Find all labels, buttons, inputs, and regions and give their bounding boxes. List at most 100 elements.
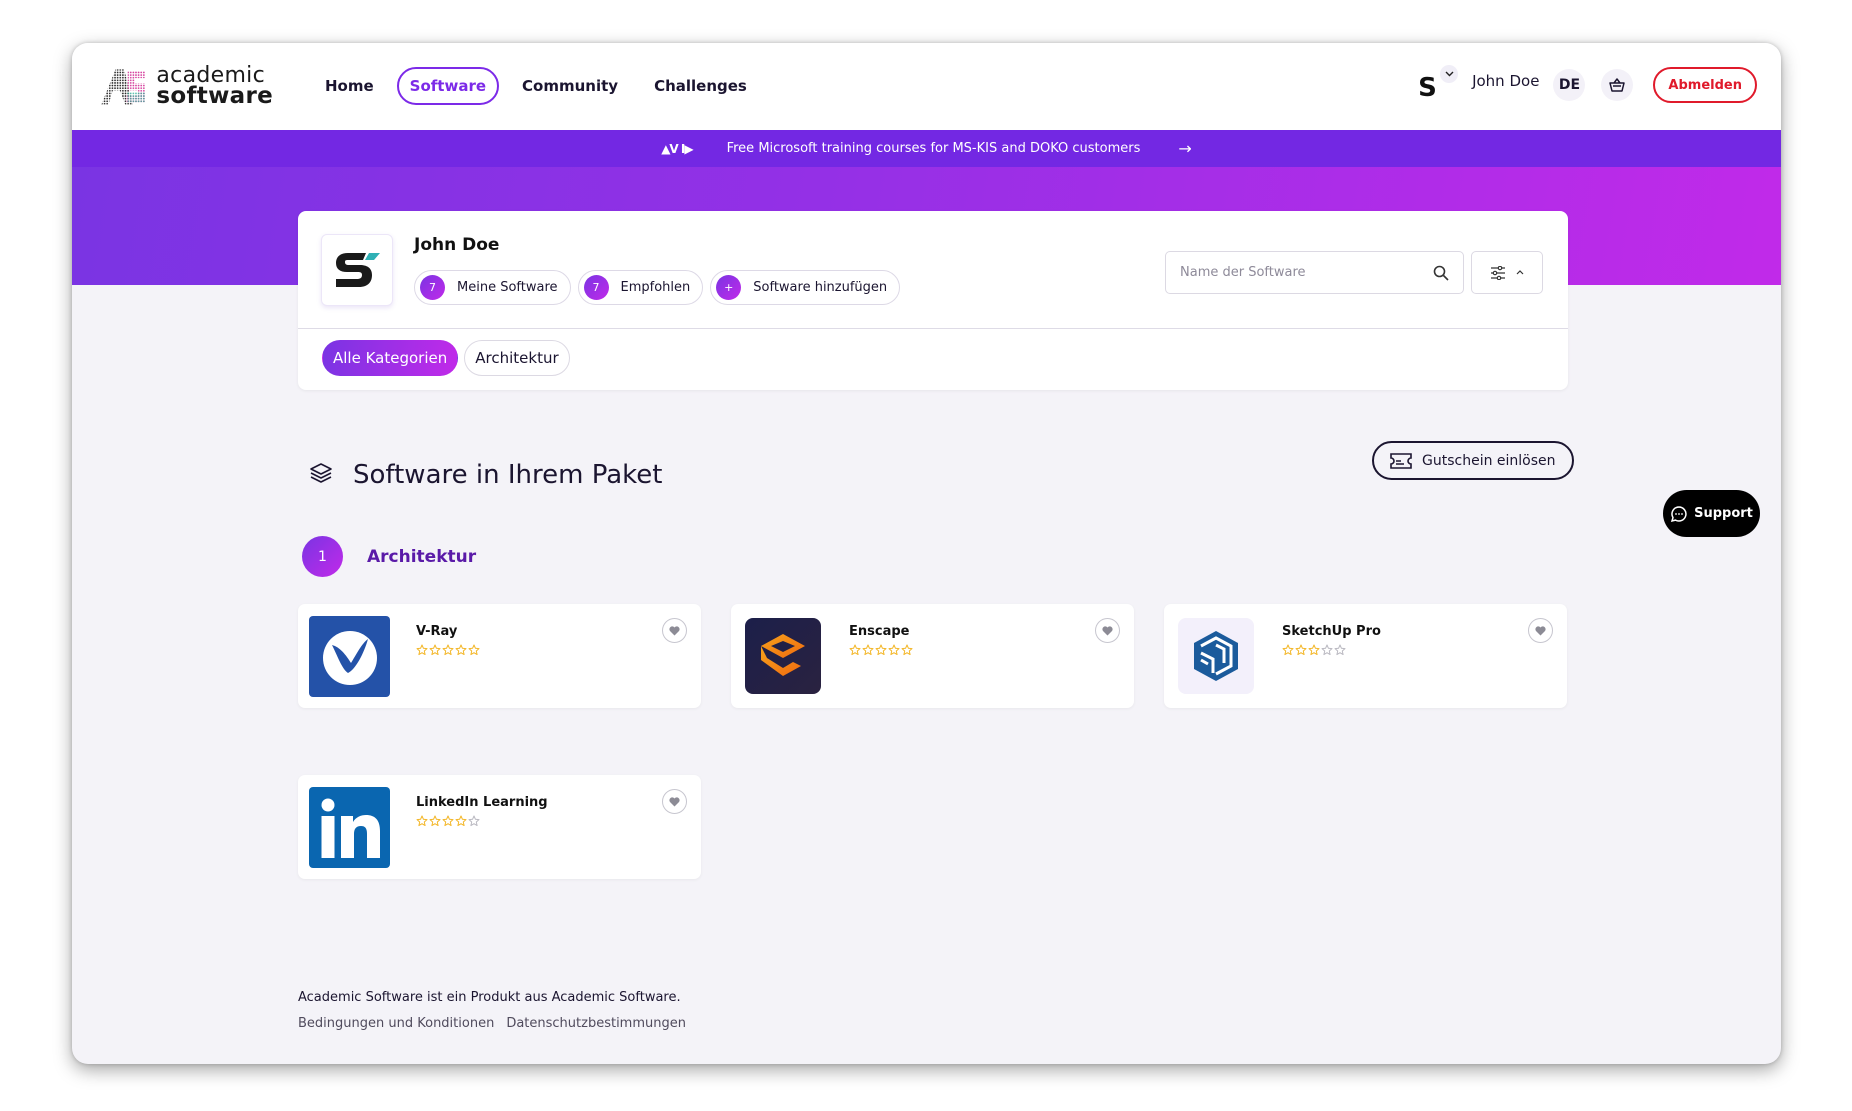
section-title: Software in Ihrem Paket bbox=[353, 460, 663, 490]
favorite-button[interactable] bbox=[1528, 618, 1553, 643]
avid-logo: ▲V I▶ bbox=[661, 141, 693, 156]
enscape-logo-icon bbox=[745, 618, 821, 694]
chevron-down-icon bbox=[1440, 65, 1459, 83]
chevron-up-icon bbox=[1516, 270, 1524, 275]
footer-text: Academic Software ist ein Produkt aus Ac… bbox=[298, 990, 681, 1005]
nav-community[interactable]: Community bbox=[509, 67, 631, 105]
language-button[interactable]: DE bbox=[1553, 69, 1586, 101]
star-rating bbox=[416, 815, 480, 827]
profile-name: John Doe bbox=[414, 235, 500, 255]
software-search bbox=[1165, 251, 1464, 294]
chip-add-software[interactable]: + Software hinzufügen bbox=[710, 270, 901, 305]
star-icon bbox=[1282, 644, 1294, 656]
star-icon bbox=[1321, 644, 1333, 656]
cart-button[interactable] bbox=[1601, 69, 1634, 101]
s-logo-icon bbox=[336, 253, 380, 287]
support-button[interactable]: Support bbox=[1663, 490, 1760, 537]
search-input[interactable] bbox=[1180, 265, 1433, 280]
star-icon bbox=[888, 644, 900, 656]
star-icon bbox=[416, 815, 428, 827]
plus-icon: + bbox=[716, 275, 742, 300]
section-header: Software in Ihrem Paket bbox=[309, 456, 662, 490]
top-header: academic software Home Software Communit… bbox=[72, 43, 1781, 130]
category-filter: Alle Kategorien Architektur bbox=[322, 340, 570, 376]
heart-icon bbox=[1102, 625, 1113, 635]
heart-icon bbox=[1535, 625, 1546, 635]
star-icon bbox=[442, 644, 454, 656]
brand-s-logo: S bbox=[1418, 73, 1437, 103]
banner-text: Free Microsoft training courses for MS-K… bbox=[726, 141, 1141, 156]
sliders-icon bbox=[1491, 265, 1505, 280]
user-name[interactable]: John Doe bbox=[1472, 72, 1539, 90]
academic-software-logo[interactable]: academic software bbox=[98, 61, 273, 111]
card-divider bbox=[298, 328, 1568, 329]
support-label: Support bbox=[1694, 506, 1753, 521]
star-icon bbox=[442, 815, 454, 827]
search-icon[interactable] bbox=[1433, 265, 1449, 281]
chat-bubble-icon bbox=[1671, 505, 1687, 522]
category-heading: 1 Architektur bbox=[302, 536, 476, 577]
promo-banner[interactable]: ▲V I▶ Free Microsoft training courses fo… bbox=[72, 130, 1781, 167]
heart-icon bbox=[669, 796, 680, 806]
logout-button[interactable]: Abmelden bbox=[1653, 67, 1757, 103]
main-nav: Home Software Community Challenges bbox=[312, 67, 760, 105]
category-architecture[interactable]: Architektur bbox=[464, 340, 570, 376]
software-name: LinkedIn Learning bbox=[416, 795, 548, 810]
avatar bbox=[321, 234, 393, 306]
browser-page: academic software Home Software Communit… bbox=[72, 43, 1781, 1064]
category-number-badge: 1 bbox=[302, 536, 343, 577]
software-card-enscape[interactable]: Enscape bbox=[731, 604, 1134, 708]
software-card-sketchup[interactable]: SketchUp Pro bbox=[1164, 604, 1567, 708]
star-rating bbox=[1282, 644, 1346, 656]
linkedin-logo-icon bbox=[309, 787, 390, 868]
star-icon bbox=[849, 644, 861, 656]
count-badge: 7 bbox=[583, 275, 609, 300]
filter-button[interactable] bbox=[1471, 251, 1543, 294]
favorite-button[interactable] bbox=[662, 618, 687, 643]
chip-label: Software hinzufügen bbox=[753, 280, 888, 295]
star-rating bbox=[416, 644, 480, 656]
chip-label: Empfohlen bbox=[620, 280, 691, 295]
star-icon bbox=[429, 815, 441, 827]
as-logo-icon bbox=[101, 69, 146, 105]
star-icon bbox=[468, 815, 480, 827]
arrow-right-icon[interactable]: → bbox=[1178, 139, 1191, 158]
software-card-vray[interactable]: V-Ray bbox=[298, 604, 701, 708]
chip-label: Meine Software bbox=[457, 280, 558, 295]
chip-my-software[interactable]: 7 Meine Software bbox=[414, 270, 571, 305]
star-icon bbox=[875, 644, 887, 656]
ticket-icon bbox=[1390, 452, 1412, 469]
category-all[interactable]: Alle Kategorien bbox=[322, 340, 459, 376]
header-actions: S John Doe DE Abmelden bbox=[1418, 65, 1757, 105]
star-icon bbox=[429, 644, 441, 656]
star-icon bbox=[862, 644, 874, 656]
voucher-label: Gutschein einlösen bbox=[1422, 452, 1556, 469]
star-icon bbox=[468, 644, 480, 656]
nav-home[interactable]: Home bbox=[312, 67, 387, 105]
heart-icon bbox=[669, 625, 680, 635]
software-name: Enscape bbox=[849, 624, 910, 639]
basket-icon bbox=[1609, 78, 1626, 92]
star-icon bbox=[455, 644, 467, 656]
layers-icon bbox=[310, 463, 332, 483]
terms-link[interactable]: Bedingungen und Konditionen bbox=[298, 1016, 494, 1031]
chip-recommended[interactable]: 7 Empfohlen bbox=[577, 270, 704, 305]
profile-card: John Doe 7 Meine Software 7 Empfohlen + … bbox=[298, 211, 1568, 390]
brand-switcher[interactable]: S bbox=[1418, 65, 1459, 105]
category-label: Architektur bbox=[367, 546, 477, 567]
star-icon bbox=[1295, 644, 1307, 656]
privacy-link[interactable]: Datenschutzbestimmungen bbox=[506, 1016, 686, 1031]
software-card-linkedin[interactable]: LinkedIn Learning bbox=[298, 775, 701, 879]
software-name: V-Ray bbox=[416, 624, 458, 639]
star-rating bbox=[849, 644, 913, 656]
star-icon bbox=[901, 644, 913, 656]
redeem-voucher-button[interactable]: Gutschein einlösen bbox=[1372, 441, 1574, 480]
favorite-button[interactable] bbox=[662, 789, 687, 814]
star-icon bbox=[455, 815, 467, 827]
nav-software[interactable]: Software bbox=[396, 67, 500, 105]
software-name: SketchUp Pro bbox=[1282, 624, 1381, 639]
nav-challenges[interactable]: Challenges bbox=[641, 67, 760, 105]
logo-line2: software bbox=[156, 83, 273, 109]
favorite-button[interactable] bbox=[1095, 618, 1120, 643]
sketchup-logo-icon bbox=[1178, 618, 1254, 694]
